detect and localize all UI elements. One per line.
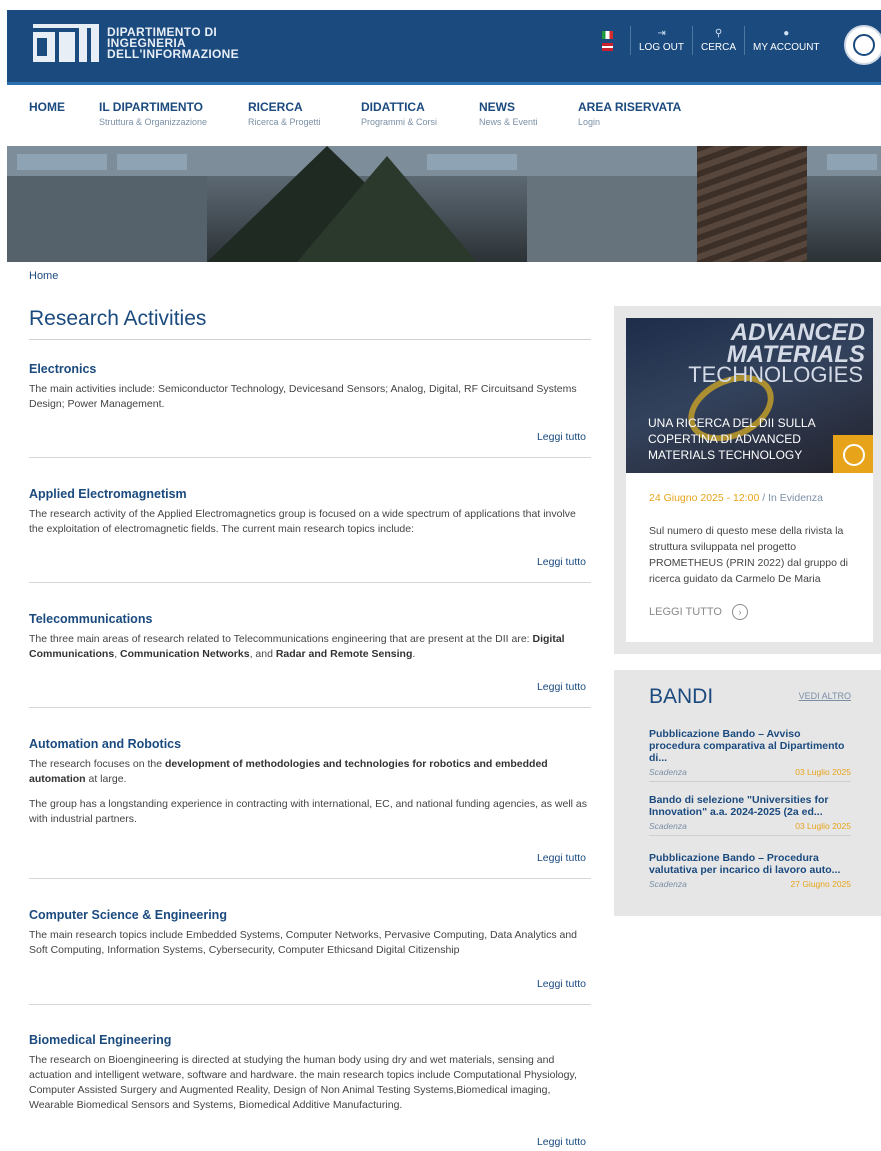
news-open-icon[interactable] — [833, 435, 873, 473]
research-item-telecommunications: Telecommunications The three main areas … — [29, 612, 591, 708]
read-more-link[interactable]: Leggi tutto — [537, 556, 586, 568]
bando-item[interactable]: Bando di selezione "Universities for Inn… — [649, 794, 851, 836]
research-item-biomedical: Biomedical Engineering The research on B… — [29, 1033, 591, 1148]
dii-logo-mark — [33, 24, 103, 62]
research-item-title[interactable]: Applied Electromagnetism — [29, 487, 591, 501]
research-item-description: The main research topics include Embedde… — [29, 929, 577, 956]
nav-item-dipartimento[interactable]: IL DIPARTIMENTO Struttura & Organizzazio… — [99, 100, 248, 127]
flag-english-icon[interactable] — [602, 43, 613, 51]
research-item-title[interactable]: Computer Science & Engineering — [29, 908, 591, 922]
research-item-description: The research focuses on the development … — [29, 758, 548, 785]
my-account-link[interactable]: ● MY ACCOUNT — [744, 26, 828, 55]
research-item-description-2: The group has a longstanding experience … — [29, 798, 588, 825]
header-divider — [7, 82, 881, 85]
news-date: 24 Giugno 2025 - 12:00 / In Evidenza — [649, 492, 823, 504]
news-description: Sul numero di questo mese della rivista … — [649, 525, 848, 585]
news-caption[interactable]: UNA RICERCA DEL DII SULLA COPERTINA DI A… — [648, 415, 838, 463]
research-item-title[interactable]: Telecommunications — [29, 612, 591, 626]
logo-text: DIPARTIMENTO DI INGEGNERIA DELL'INFORMAZ… — [107, 24, 239, 61]
read-more-link[interactable]: Leggi tutto — [537, 852, 586, 864]
news-card: ADVANCED MATERIALS TECHNOLOGIES UNA RICE… — [626, 318, 873, 642]
research-item-electronics: Electronics The main activities include:… — [29, 362, 591, 458]
bandi-title: BANDI — [649, 685, 714, 708]
nav-item-news[interactable]: NEWS News & Eventi — [479, 100, 578, 127]
hero-banner-image — [7, 146, 881, 262]
research-item-title[interactable]: Biomedical Engineering — [29, 1033, 591, 1047]
page-title: Research Activities — [29, 307, 207, 330]
bando-item[interactable]: Pubblicazione Bando – Avviso procedura c… — [649, 728, 851, 782]
research-item-title[interactable]: Electronics — [29, 362, 591, 376]
logout-link[interactable]: ⇥ LOG OUT — [630, 26, 692, 55]
dii-logo[interactable]: DIPARTIMENTO DI INGEGNERIA DELL'INFORMAZ… — [33, 24, 239, 62]
news-image[interactable]: ADVANCED MATERIALS TECHNOLOGIES UNA RICE… — [626, 318, 873, 473]
user-icon: ● — [783, 28, 790, 39]
research-item-electromagnetism: Applied Electromagnetism The research ac… — [29, 487, 591, 583]
header-bar: DIPARTIMENTO DI INGEGNERIA DELL'INFORMAZ… — [7, 10, 881, 82]
nav-item-home[interactable]: HOME — [29, 100, 99, 127]
research-item-description: The three main areas of research related… — [29, 633, 565, 660]
university-seal-logo[interactable] — [844, 25, 881, 65]
bandi-see-more-link[interactable]: VEDI ALTRO — [799, 691, 851, 701]
bando-item[interactable]: Pubblicazione Bando – Procedura valutati… — [649, 852, 851, 889]
logout-icon: ⇥ — [657, 28, 666, 39]
breadcrumb[interactable]: Home — [29, 270, 58, 282]
language-flags — [602, 31, 614, 55]
research-item-title[interactable]: Automation and Robotics — [29, 737, 591, 751]
read-more-link[interactable]: Leggi tutto — [537, 431, 586, 443]
research-item-description: The research on Bioengineering is direct… — [29, 1054, 577, 1111]
read-more-link[interactable]: Leggi tutto — [537, 1136, 586, 1148]
research-item-computer-science: Computer Science & Engineering The main … — [29, 908, 591, 1005]
nav-item-ricerca[interactable]: RICERCA Ricerca & Progetti — [248, 100, 361, 127]
main-nav: HOME IL DIPARTIMENTO Struttura & Organiz… — [29, 100, 688, 127]
research-item-description: The research activity of the Applied Ele… — [29, 508, 576, 535]
news-read-more-button[interactable]: LEGGI TUTTO › — [649, 604, 748, 620]
read-more-link[interactable]: Leggi tutto — [537, 978, 586, 990]
search-link[interactable]: ⚲ CERCA — [692, 26, 744, 55]
nav-item-didattica[interactable]: DIDATTICA Programmi & Corsi — [361, 100, 479, 127]
research-item-description: The main activities include: Semiconduct… — [29, 383, 577, 410]
news-image-heading: ADVANCED MATERIALS — [726, 319, 865, 368]
chevron-right-icon: › — [731, 604, 748, 620]
title-divider — [29, 339, 591, 340]
flag-italian-icon[interactable] — [602, 31, 613, 39]
nav-item-area-riservata[interactable]: AREA RISERVATA Login — [578, 100, 688, 127]
research-item-automation-robotics: Automation and Robotics The research foc… — [29, 737, 591, 879]
bandi-widget: BANDI VEDI ALTRO Pubblicazione Bando – A… — [614, 670, 881, 916]
search-icon: ⚲ — [714, 28, 723, 39]
header-links: ⇥ LOG OUT ⚲ CERCA ● MY ACCOUNT — [630, 26, 828, 55]
read-more-link[interactable]: Leggi tutto — [537, 681, 586, 693]
